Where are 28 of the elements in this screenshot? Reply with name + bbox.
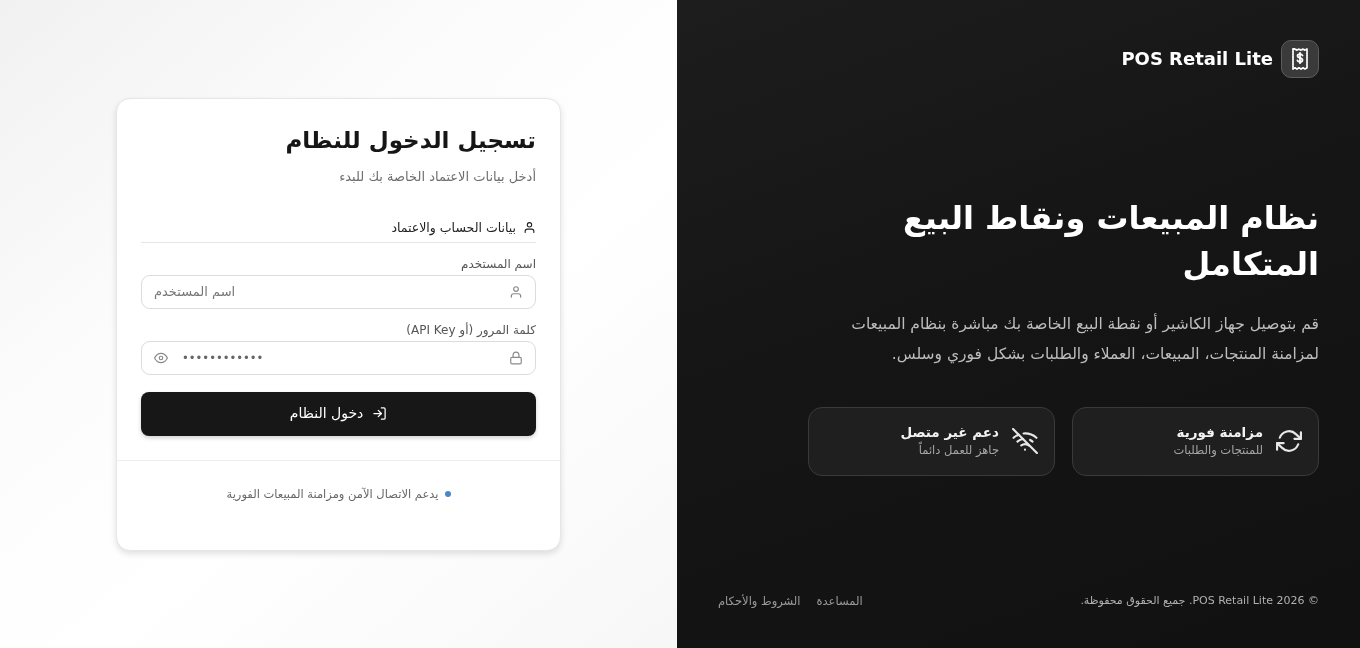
feature-title: مزامنة فورية [1175,423,1263,442]
user-icon [523,221,536,234]
login-icon [372,406,388,421]
footer-link[interactable]: المساعدة [816,592,863,610]
hero-description: قم بتوصيل جهاز الكاشير أو نقطة البيع الخاصة بك مباشرة بنظام المبيعات لمزامنة المنتجات، المبيعات، العملاء والطلبات بشكل فوري وسلس. [850,312,1319,366]
brand-name: POS Retail Lite [1121,47,1273,71]
feature-subtitle: للمنتجات والطلبات [1173,442,1263,459]
login-heading: تسجيل الدخول للنظام [284,125,536,155]
field-label: كلمة المرور (أو API Key) [405,321,536,339]
username-field[interactable]: اسم المستخدم [141,274,536,309]
login-button[interactable]: دخول النظام [141,391,536,436]
password-field[interactable]: •••••••••••• [141,340,536,375]
section-heading: بيانات الحساب والاعتماد [391,218,516,237]
hero-heading: نظام المبيعات ونقاط البيع المتكامل [901,197,1319,285]
lock-icon [509,350,523,365]
footer-link[interactable]: الشروط والأحكام [718,592,801,610]
wifi-off-icon [1012,428,1038,454]
receipt-dollar-icon [1281,40,1319,78]
feature-subtitle: جاهز للعمل دائماً [917,442,999,459]
user-icon [509,284,523,299]
status-dot-icon [444,490,451,497]
copyright-text: © 2026 POS Retail Lite. جميع الحقوق محفوظة. [1080,593,1319,609]
security-note: يدعم الاتصال الآمن ومزامنة المبيعات الفورية [226,485,439,503]
field-label: اسم المستخدم [460,255,536,273]
login-subtitle: أدخل بيانات الاعتماد الخاصة بك للبدء [338,167,536,186]
eye-icon[interactable] [154,350,168,365]
feature-title: دعم غير متصل [900,423,999,441]
sync-icon [1276,428,1302,454]
